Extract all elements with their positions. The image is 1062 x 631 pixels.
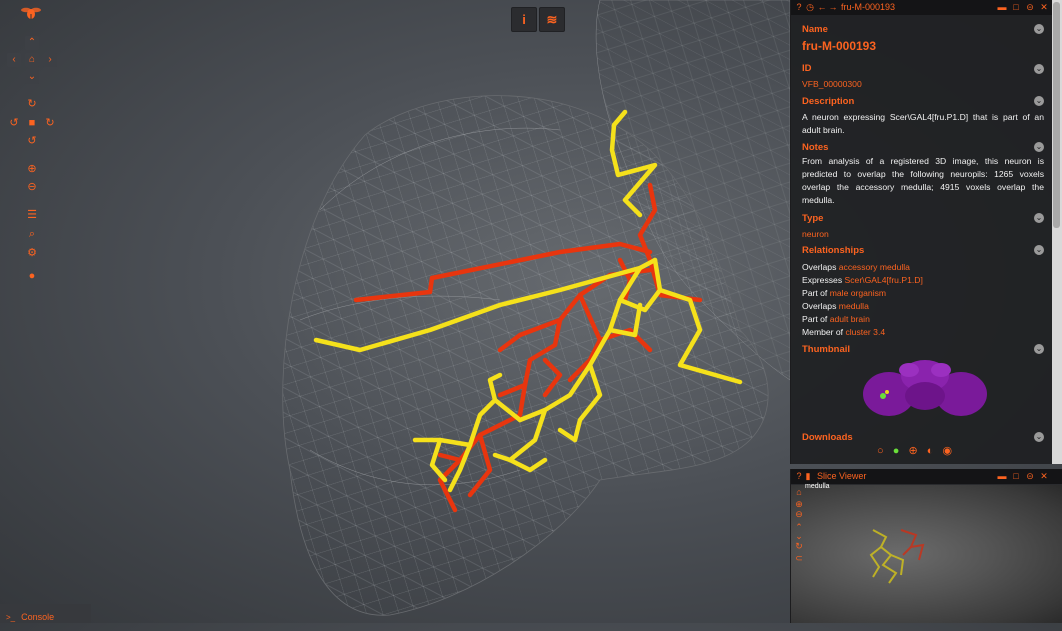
downloads-label: Downloads [802,432,853,443]
notes-label: Notes [802,142,829,153]
pan-down-icon[interactable]: ⌄ [25,70,39,84]
pan-up-icon[interactable]: ⌃ [25,36,39,50]
maximize-icon[interactable]: □ [1011,0,1021,15]
zoom-out-icon[interactable]: ⊖ [794,509,804,520]
slice-viewer-icon: ▮ [805,471,811,481]
forward-icon[interactable]: → [828,0,838,15]
console-label: Console [21,612,55,622]
console-tab[interactable]: >_ Console [0,604,91,623]
description-label: Description [802,96,855,107]
list-icon[interactable]: ☰ [25,208,39,222]
relationship-link[interactable]: adult brain [830,314,870,324]
slice-viewer-header: ? ▮ Slice Viewer ▬ □ ⊝ ✕ [791,469,1062,484]
relationship-link[interactable]: medulla [839,301,869,311]
rotate-left-icon[interactable]: ↺ [7,116,21,130]
id-label: ID [802,63,812,74]
relationship-link[interactable]: cluster 3.4 [845,327,885,337]
relationship-row: Overlaps medulla [802,301,869,311]
info-button[interactable]: i [511,7,537,32]
minimize-icon[interactable]: ▬ [997,469,1007,484]
slice-region-label: medulla [805,483,830,490]
relationship-link[interactable]: male organism [830,288,886,298]
deselect-icon[interactable]: ○ [877,445,884,457]
minimize-icon[interactable]: ▬ [997,0,1007,15]
id-value[interactable]: VFB_00000300 [802,79,862,89]
camera-icon[interactable]: ■ [25,116,39,130]
term-info-panel: ? ◷ ← → fru-M-000193 ▬ □ ⊝ ✕ Name ⌄ fru-… [790,0,1053,464]
rotate-down-icon[interactable]: ↺ [25,134,39,148]
color-icon[interactable]: ● [893,445,900,457]
term-info-header: ? ◷ ← → fru-M-000193 ▬ □ ⊝ ✕ [791,0,1053,15]
thumbnail-label: Thumbnail [802,344,851,355]
name-value: fru-M-000193 [802,39,877,53]
console-prompt-icon: >_ [6,613,16,622]
zoom-to-icon[interactable]: ⊕ [908,445,917,457]
home-icon[interactable]: ⌂ [25,53,39,67]
name-chevron-icon[interactable]: ⌄ [1034,24,1044,34]
history-icon[interactable]: ◷ [805,0,815,15]
toggle-icon[interactable]: ⊂ [794,553,804,564]
action-icons: ○ ● ⊕ ◐ ◉ [877,444,952,457]
name-label: Name [802,24,828,35]
github-icon[interactable]: ● [25,269,39,283]
zoom-in-icon[interactable]: ⊕ [25,162,39,176]
term-info-title: fru-M-000193 [841,2,896,12]
slice-viewer-panel: ? ▮ Slice Viewer ▬ □ ⊝ ✕ medulla ⌂ ⊕ ⊖ ⌃… [790,469,1062,623]
notes-value: From analysis of a registered 3D image, … [802,156,1044,205]
description-chevron-icon[interactable]: ⌄ [1034,96,1044,106]
type-chevron-icon[interactable]: ⌄ [1034,213,1044,223]
rotate-up-icon[interactable]: ↻ [25,97,39,111]
relationship-row: Overlaps accessory medulla [802,262,910,272]
pan-right-icon[interactable]: › [43,53,57,67]
relationship-row: Member of cluster 3.4 [802,327,886,337]
notes-chevron-icon[interactable]: ⌄ [1034,142,1044,152]
settings-icon[interactable]: ⚙ [25,246,39,260]
relationship-row: Part of male organism [802,288,887,298]
brain-mesh-canvas[interactable] [0,0,790,623]
relationship-link[interactable]: Scer\GAL4[fru.P1.D] [845,275,923,285]
back-icon[interactable]: ← [817,0,827,15]
slice-viewer-title: Slice Viewer [817,471,867,481]
collapse-icon[interactable]: ⊝ [1025,0,1035,15]
id-chevron-icon[interactable]: ⌄ [1034,64,1044,74]
maximize-icon[interactable]: □ [1011,469,1021,484]
pan-left-icon[interactable]: ‹ [7,53,21,67]
close-icon[interactable]: ✕ [1039,0,1049,15]
fly-logo-icon[interactable] [21,5,41,21]
zoom-out-icon[interactable]: ⊖ [25,180,39,194]
description-value: A neuron expressing Scer\GAL4[fru.P1.D] … [802,112,1044,135]
layers-button[interactable]: ≋ [539,7,565,32]
slice-image[interactable] [791,485,1062,623]
visibility-icon[interactable]: ◉ [942,445,952,457]
type-label: Type [802,213,824,224]
hide-icon[interactable]: ◐ [927,445,934,457]
relationships-label: Relationships [802,245,865,256]
type-value[interactable]: neuron [802,229,829,239]
thumbnail-chevron-icon[interactable]: ⌄ [1034,344,1044,354]
downloads-chevron-icon[interactable]: ⌄ [1034,432,1044,442]
relationship-link[interactable]: accessory medulla [839,262,910,272]
relationship-row: Part of adult brain [802,314,870,324]
home-icon[interactable]: ⌂ [794,487,804,497]
relationships-chevron-icon[interactable]: ⌄ [1034,245,1044,255]
relationship-row: Expresses Scer\GAL4[fru.P1.D] [802,275,923,285]
close-icon[interactable]: ✕ [1039,469,1049,484]
collapse-icon[interactable]: ⊝ [1025,469,1035,484]
brain-thumbnail[interactable] [859,356,991,422]
rotate-right-icon[interactable]: ↻ [43,116,57,130]
rotate-icon[interactable]: ↻ [794,541,804,552]
help-icon[interactable]: ? [794,0,804,15]
search-icon[interactable]: ⌕ [25,227,39,241]
info-scrollbar-thumb[interactable] [1053,2,1060,228]
